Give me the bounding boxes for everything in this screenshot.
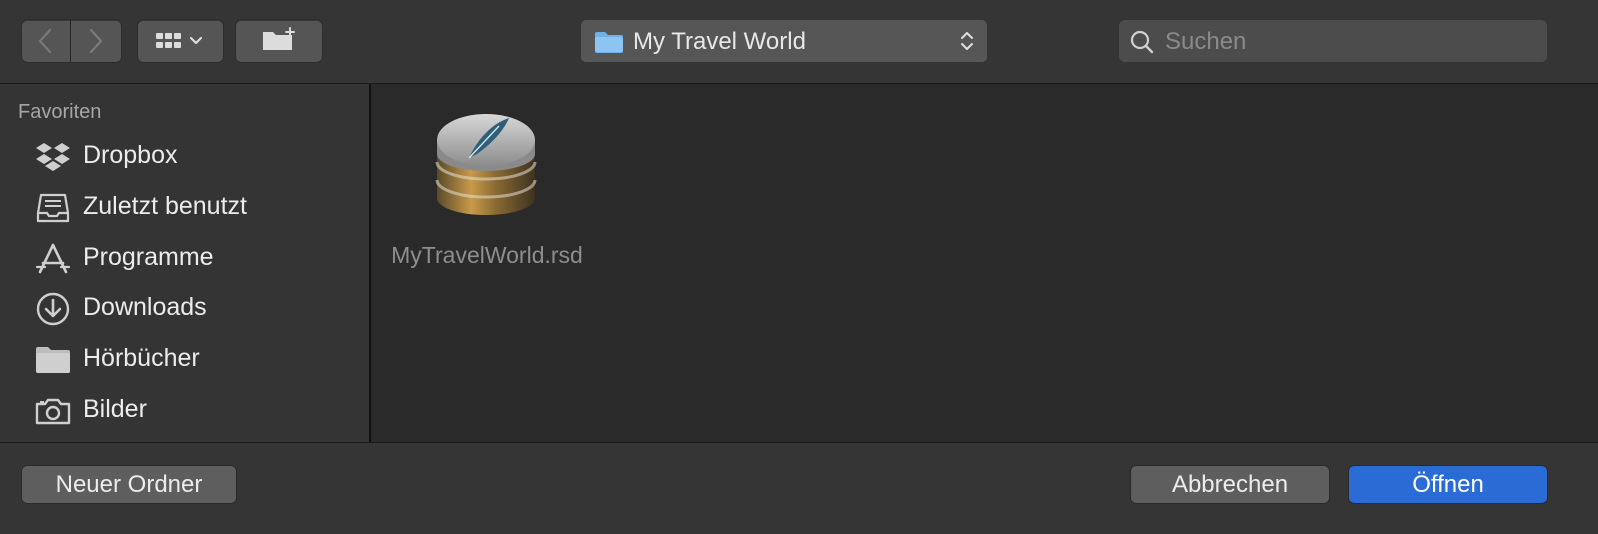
downloads-icon <box>36 292 70 326</box>
new-folder-button[interactable]: Neuer Ordner <box>22 466 236 503</box>
back-button[interactable] <box>22 20 70 62</box>
folder-icon <box>595 32 623 53</box>
applications-icon <box>35 243 71 274</box>
new-folder-toolbar-button[interactable] <box>236 20 322 62</box>
chevron-down-icon <box>189 36 203 45</box>
search-field[interactable] <box>1119 20 1547 62</box>
search-icon <box>1130 30 1154 54</box>
path-label: My Travel World <box>633 28 806 55</box>
sidebar-item-pictures[interactable]: Bilder <box>0 386 369 434</box>
grid-view-icon <box>156 33 203 48</box>
open-file-dialog: My Travel World Favoriten Dropbox <box>0 0 1598 534</box>
file-browser: MyTravelWorld.rsd <box>371 84 1598 442</box>
bottom-bar: Neuer Ordner Abbrechen Öffnen <box>0 442 1598 534</box>
file-item[interactable]: MyTravelWorld.rsd <box>381 102 593 302</box>
sidebar-item-recents[interactable]: Zuletzt benutzt <box>0 183 369 231</box>
sidebar-item-label: Programme <box>83 243 214 271</box>
sidebar-section-title: Favoriten <box>18 101 102 123</box>
file-name: MyTravelWorld.rsd <box>391 242 583 268</box>
forward-button[interactable] <box>71 20 121 62</box>
sidebar-item-applications[interactable]: Programme <box>0 234 369 282</box>
chevron-updown-icon <box>961 32 973 50</box>
toolbar: My Travel World <box>0 0 1598 84</box>
sidebar-item-label: Zuletzt benutzt <box>83 192 247 220</box>
folder-icon <box>36 347 70 373</box>
sidebar-item-label: Hörbücher <box>83 344 200 372</box>
recents-icon <box>36 193 70 223</box>
dropbox-icon <box>36 143 70 171</box>
sidebar-item-dropbox[interactable]: Dropbox <box>0 132 369 180</box>
view-options-button[interactable] <box>138 20 223 62</box>
sidebar-item-label: Downloads <box>83 293 207 321</box>
camera-icon <box>35 398 71 425</box>
database-icon <box>435 114 537 215</box>
sidebar-item-audiobooks[interactable]: Hörbücher <box>0 335 369 383</box>
cancel-button[interactable]: Abbrechen <box>1131 466 1329 503</box>
path-popup[interactable]: My Travel World <box>581 20 987 62</box>
chevron-left-icon <box>38 28 52 54</box>
chevron-right-icon <box>89 28 103 54</box>
sidebar-item-downloads[interactable]: Downloads <box>0 284 369 332</box>
sidebar-item-label: Dropbox <box>83 141 178 169</box>
sidebar: Favoriten Dropbox Zuletzt benutzt Progra… <box>0 84 369 442</box>
open-button[interactable]: Öffnen <box>1349 466 1547 503</box>
sidebar-item-label: Bilder <box>83 395 147 423</box>
search-input[interactable] <box>1163 26 1537 58</box>
new-folder-icon <box>263 27 295 50</box>
